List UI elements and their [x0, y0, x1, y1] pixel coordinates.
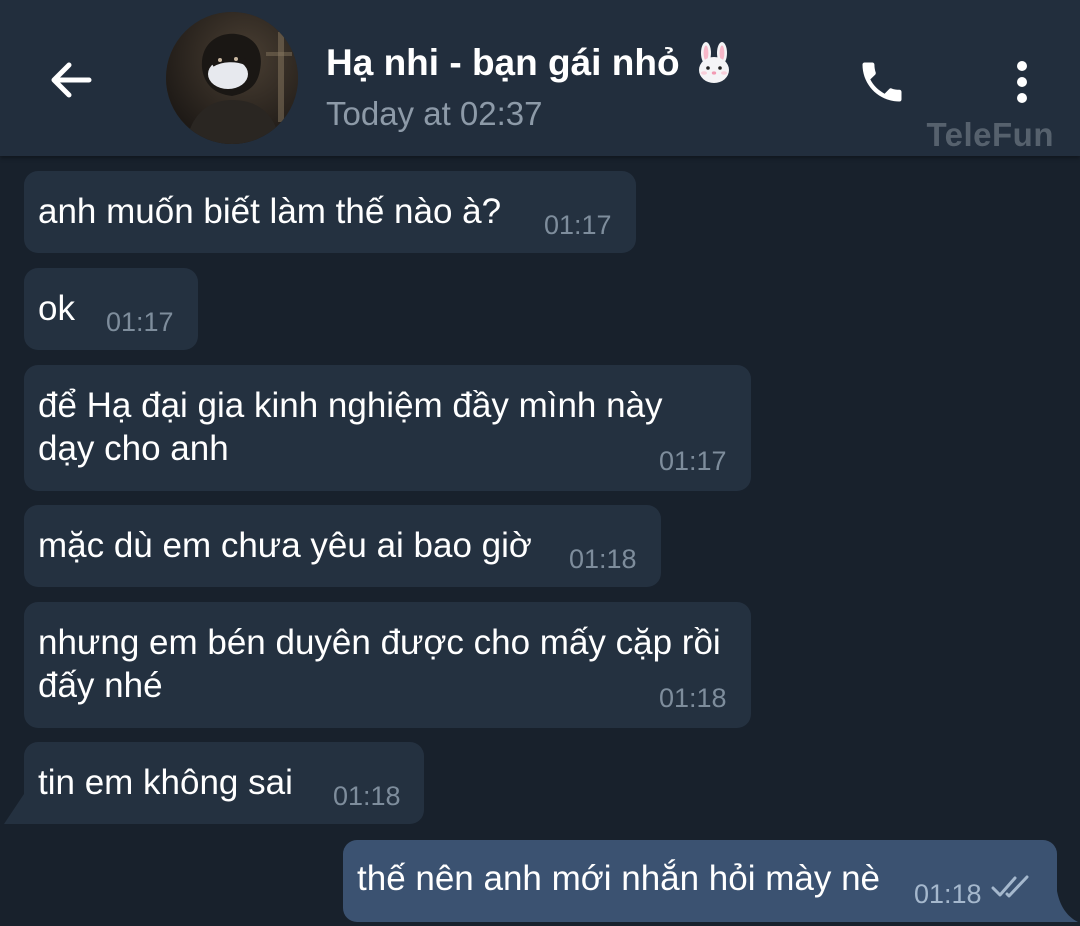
message-text-line: nhưng em bén duyên được cho mấy cặp rồi	[38, 623, 721, 662]
arrow-left-icon	[51, 62, 92, 98]
message-time: 01:18	[659, 683, 727, 713]
message-text: anh muốn biết làm thế nào à?	[38, 192, 502, 231]
message-bubble-incoming[interactable]: mặc dù em chưa yêu ai bao giờ 01:18	[24, 505, 661, 587]
message-text: thế nên anh mới nhắn hỏi mày nè	[357, 859, 881, 898]
more-vertical-icon	[1017, 61, 1027, 103]
phone-icon	[862, 62, 902, 102]
message-text-line: dạy cho anh	[38, 429, 229, 468]
message-time: 01:18	[914, 879, 982, 909]
message-bubble-incoming[interactable]: ok 01:17	[24, 268, 198, 350]
message-time: 01:17	[544, 210, 612, 240]
rabbit-face-icon	[692, 41, 736, 85]
back-button[interactable]	[40, 50, 100, 110]
profile-photo	[166, 12, 298, 144]
message-time: 01:17	[106, 307, 174, 337]
message-bubble-incoming[interactable]: anh muốn biết làm thế nào à? 01:17	[24, 171, 636, 253]
message-bubble-incoming[interactable]: để Hạ đại gia kinh nghiệm đầy mình này d…	[24, 365, 751, 491]
chat-title: Hạ nhi - bạn gái nhỏ	[326, 40, 736, 86]
call-button[interactable]	[850, 50, 914, 114]
message-time: 01:18	[333, 781, 401, 811]
more-options-button[interactable]	[996, 50, 1048, 114]
message-time: 01:18	[569, 544, 637, 574]
message-time: 01:17	[659, 446, 727, 476]
message-text: ok	[38, 289, 75, 328]
message-text-line: đấy nhé	[38, 666, 163, 705]
chat-header: Hạ nhi - bạn gái nhỏ Today at 02:37 Tele…	[0, 0, 1080, 156]
message-text: tin em không sai	[38, 763, 293, 802]
double-check-icon	[991, 875, 1029, 898]
message-bubble-outgoing[interactable]: thế nên anh mới nhắn hỏi mày nè 01:18	[343, 840, 1057, 922]
last-seen-status: Today at 02:37	[326, 95, 543, 132]
watermark: TeleFun	[926, 116, 1054, 153]
bubble-tail	[1056, 884, 1078, 922]
chat-info[interactable]: Hạ nhi - bạn gái nhỏ Today at 02:37	[326, 40, 736, 134]
message-bubble-incoming[interactable]: tin em không sai 01:18	[24, 742, 424, 824]
message-bubble-incoming[interactable]: nhưng em bén duyên được cho mấy cặp rồi …	[24, 602, 751, 728]
avatar[interactable]	[166, 12, 298, 144]
chat-title-text: Hạ nhi - bạn gái nhỏ	[326, 42, 680, 83]
message-text-line: để Hạ đại gia kinh nghiệm đầy mình này	[38, 386, 663, 425]
message-text: mặc dù em chưa yêu ai bao giờ	[38, 526, 532, 565]
